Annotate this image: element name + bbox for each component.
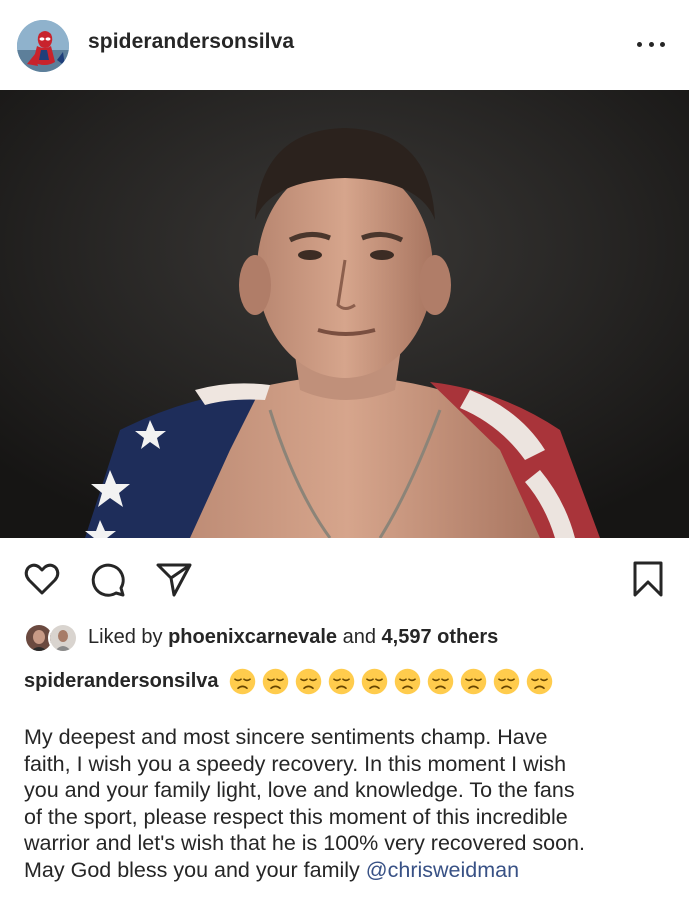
more-dot <box>660 41 665 47</box>
disappointed-face-emoji <box>526 668 552 694</box>
disappointed-face-emoji <box>262 668 288 694</box>
post-actions <box>0 555 689 605</box>
comment-icon <box>91 563 125 597</box>
disappointed-face-emoji <box>229 668 255 694</box>
caption-header: spiderandersonsilva <box>24 664 553 698</box>
post-username[interactable]: spiderandersonsilva <box>88 30 294 54</box>
caption-line: faith, I wish you a speedy recovery. In … <box>24 751 567 776</box>
liker-avatar <box>48 623 78 653</box>
likes-summary[interactable]: Liked by phoenixcarnevale and 4,597 othe… <box>24 620 498 654</box>
mention-link[interactable]: @chrisweidman <box>366 858 519 882</box>
likes-others-count[interactable]: 4,597 others <box>382 626 499 648</box>
caption-line: My deepest and most sincere sentiments c… <box>24 725 548 749</box>
more-dot <box>637 41 642 47</box>
heart-icon <box>24 563 60 595</box>
caption-line: May God bless you and your family @chris… <box>24 857 674 884</box>
more-options-button[interactable] <box>637 32 665 56</box>
comment-button[interactable] <box>88 559 128 599</box>
disappointed-face-emoji <box>361 668 387 694</box>
caption-username[interactable]: spiderandersonsilva <box>24 670 219 693</box>
post-photo[interactable] <box>0 90 689 538</box>
liker-avatars <box>24 622 78 653</box>
disappointed-face-emoji <box>427 668 453 694</box>
caption-text: My deepest and most sincere sentiments c… <box>24 724 674 883</box>
likes-text: Liked by phoenixcarnevale and 4,597 othe… <box>88 626 498 649</box>
profile-avatar[interactable] <box>17 20 69 72</box>
post-header: spiderandersonsilva <box>0 0 689 90</box>
more-dot <box>648 41 654 47</box>
spiderman-avatar-icon <box>17 20 69 72</box>
caption-line: you and your family light, love and know… <box>24 778 575 802</box>
disappointed-face-emoji <box>328 668 354 694</box>
disappointed-face-emoji <box>295 668 321 694</box>
disappointed-face-emoji <box>394 668 420 694</box>
likes-prefix: Liked by <box>88 625 163 648</box>
bookmark-icon <box>633 561 663 597</box>
caption-line: of the sport, please respect this moment… <box>24 804 568 829</box>
like-button[interactable] <box>22 559 62 599</box>
disappointed-face-emoji <box>460 668 486 694</box>
disappointed-face-emoji <box>493 668 519 694</box>
caption-line: warrior and let's wish that he is 100% v… <box>24 831 585 855</box>
liker-username[interactable]: phoenixcarnevale <box>168 626 337 648</box>
share-button[interactable] <box>154 559 194 599</box>
post-image <box>0 90 689 538</box>
emoji-row <box>229 668 553 695</box>
likes-joiner: and <box>342 625 376 648</box>
save-button[interactable] <box>628 559 668 599</box>
caption-last-line: May God bless you and your family <box>24 857 360 882</box>
send-icon <box>156 563 192 597</box>
